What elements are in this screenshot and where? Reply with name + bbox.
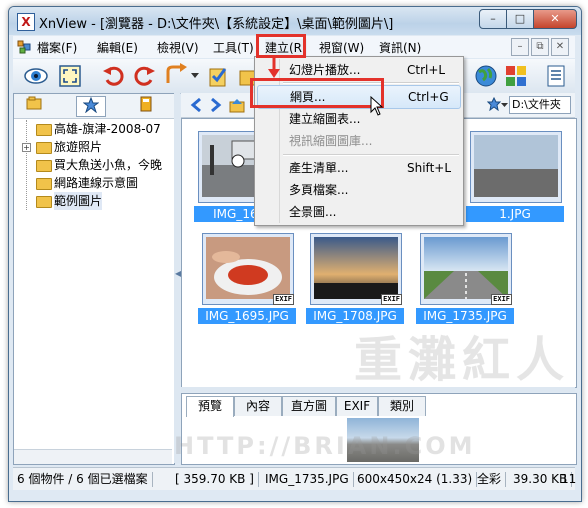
back-arrow-icon[interactable] — [189, 97, 203, 113]
status-color-mode: 全彩 — [477, 472, 507, 487]
status-filename: IMG_1735.JPG — [265, 472, 354, 487]
catalog-tab[interactable] — [132, 96, 160, 115]
checklist-icon[interactable] — [543, 63, 569, 89]
menu-item-panorama[interactable]: 全景圖... — [257, 201, 461, 223]
xnview-app-icon: X — [17, 13, 35, 31]
mdi-controls: – ⧉ ✕ — [509, 38, 569, 56]
home-folder-icon[interactable] — [229, 97, 245, 113]
caption-buttons: – □ ✕ — [479, 9, 577, 29]
menu-item-video-thumbnails: 視訊縮圖圖庫... — [289, 134, 373, 148]
folder-icon — [36, 196, 52, 208]
dropdown-arrow-icon[interactable] — [191, 73, 199, 79]
mouse-cursor-icon — [370, 96, 384, 116]
tab-exif[interactable]: EXIF — [336, 396, 378, 416]
folder-tree-icon — [26, 96, 42, 110]
favorite-dropdown-icon[interactable] — [501, 103, 508, 108]
folder-icon — [36, 160, 52, 172]
watermark-url: HTTP://BRIAN.COM — [174, 432, 476, 460]
mdi-document-icon[interactable] — [17, 40, 31, 54]
thumbnail-sunset-image — [314, 237, 398, 299]
horizontal-scrollbar[interactable] — [14, 449, 172, 464]
window-title: XnView - [瀏覽器 - D:\文件夾\【系統設定】\桌面\範例圖片\] — [39, 17, 394, 32]
thumbnail-road-image — [424, 237, 508, 299]
eye-fullscreen-icon[interactable] — [23, 63, 49, 89]
rotate-left-icon[interactable] — [101, 63, 127, 89]
tree-item[interactable]: 買大魚送小魚，今晚 — [14, 156, 172, 174]
folder-panel: 高雄-旗津-2008-07 + 旅遊照片 買大魚送小魚，今晚 網路連線示意圖 範… — [13, 93, 175, 465]
status-selection: 6 個物件 / 6 個已選檔案 — [17, 472, 153, 487]
status-total-size: [ 359.70 KB ] — [175, 472, 259, 487]
mdi-close-button[interactable]: ✕ — [551, 38, 569, 56]
rotate-right-icon[interactable] — [131, 63, 157, 89]
vertical-splitter[interactable]: ◀ — [174, 93, 181, 463]
folder-tab[interactable] — [20, 96, 48, 115]
folder-icon — [36, 142, 52, 154]
tab-histogram[interactable]: 直方圖 — [282, 396, 336, 416]
expand-icon[interactable]: + — [22, 143, 31, 152]
favorites-tab[interactable] — [76, 96, 106, 117]
color-grid-icon[interactable] — [503, 63, 529, 89]
favorite-star-icon[interactable] — [487, 97, 501, 111]
menu-info[interactable]: 資訊(N) — [379, 39, 421, 56]
menu-edit[interactable]: 編輯(E) — [97, 39, 138, 56]
maximize-button[interactable]: □ — [506, 9, 534, 29]
thumbnail-filename: 1.JPG — [466, 206, 564, 222]
folder-icon — [36, 124, 52, 136]
menu-view[interactable]: 檢視(V) — [157, 39, 199, 56]
menu-item-contact-sheet[interactable]: 建立縮圖表... — [257, 108, 461, 130]
status-count: 11 — [561, 472, 577, 486]
status-bar: 6 個物件 / 6 個已選檔案 [ 359.70 KB ] IMG_1735.J… — [13, 467, 576, 490]
title-bar[interactable]: X XnView - [瀏覽器 - D:\文件夾\【系統設定】\桌面\範例圖片\… — [9, 7, 581, 35]
tab-preview[interactable]: 預覽 — [186, 396, 234, 417]
thumbnail-food-image — [206, 237, 290, 299]
mdi-minimize-button[interactable]: – — [511, 38, 529, 56]
folder-tree: 高雄-旗津-2008-07 + 旅遊照片 買大魚送小魚，今晚 網路連線示意圖 範… — [14, 120, 172, 210]
menu-window[interactable]: 視窗(W) — [319, 39, 364, 56]
red-down-arrow-icon — [268, 56, 280, 78]
favorites-star-icon — [82, 96, 100, 114]
tab-properties[interactable]: 內容 — [234, 396, 282, 416]
minimize-button[interactable]: – — [479, 9, 507, 29]
fit-window-icon[interactable] — [57, 63, 83, 89]
watermark-logo: 重灘紅人 — [354, 332, 571, 388]
convert-icon[interactable] — [163, 63, 189, 89]
folder-icon — [36, 178, 52, 190]
tree-item-selected[interactable]: 範例圖片 — [14, 192, 172, 210]
forward-arrow-icon[interactable] — [209, 97, 223, 113]
globe-icon[interactable] — [473, 63, 499, 89]
exif-badge: EXIF — [273, 294, 294, 305]
exif-badge: EXIF — [381, 294, 402, 305]
mdi-restore-button[interactable]: ⧉ — [531, 38, 549, 56]
thumbnail-street-image — [474, 135, 558, 197]
tab-category[interactable]: 類別 — [378, 396, 426, 416]
menu-file[interactable]: 檔案(F) — [37, 39, 77, 56]
menu-tools[interactable]: 工具(T) — [213, 39, 254, 56]
tree-item[interactable]: + 旅遊照片 — [14, 138, 172, 156]
tree-item[interactable]: 網路連線示意圖 — [14, 174, 172, 192]
status-dimensions: 600x450x24 (1.33) — [357, 472, 478, 487]
thumbnail-filename: IMG_1695.JPG — [198, 308, 296, 324]
close-button[interactable]: ✕ — [533, 9, 577, 29]
menu-item-generate-list[interactable]: 產生清單... Shift+L — [257, 157, 461, 179]
path-combobox[interactable]: D:\文件夾 — [509, 96, 571, 114]
catalog-icon — [140, 96, 152, 112]
menu-highlight-box — [256, 34, 306, 58]
tree-item[interactable]: 高雄-旗津-2008-07 — [14, 120, 172, 138]
menu-item-multipage-file[interactable]: 多頁檔案... — [257, 179, 461, 201]
check-document-icon[interactable] — [205, 63, 231, 89]
exif-badge: EXIF — [491, 294, 512, 305]
folder-panel-tabs — [14, 94, 174, 119]
webpage-highlight-box — [250, 78, 384, 108]
